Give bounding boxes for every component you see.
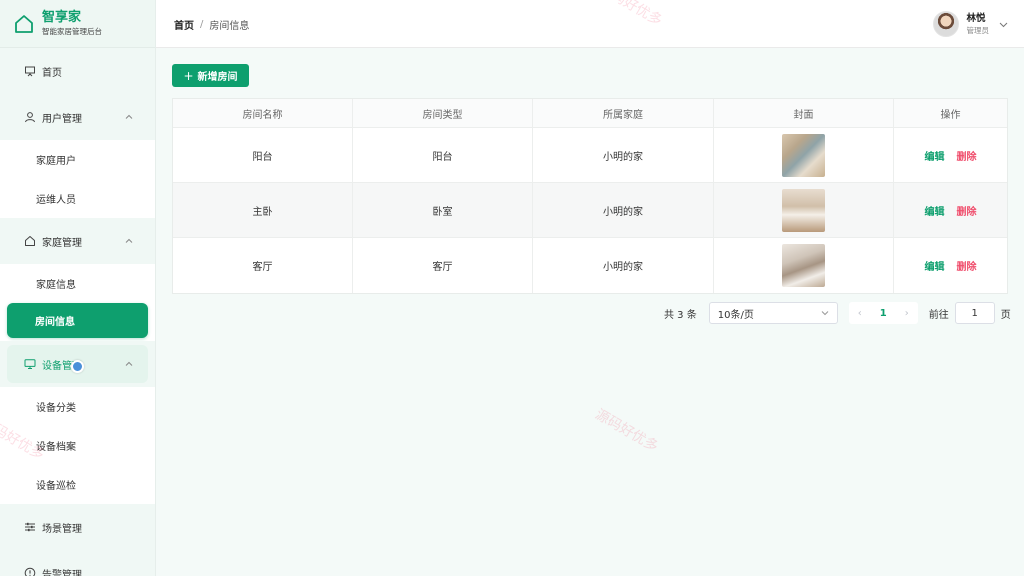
house-logo-icon: [15, 14, 33, 33]
sidebar: 智享家 智能家居管理后台 首页 用户管理 家庭用户 运维人员 家庭管理 家庭信息…: [0, 0, 156, 576]
sliders-icon: [25, 522, 35, 532]
column-header-cover: 封面: [714, 99, 894, 127]
pagination-total: 共 3 条: [664, 309, 697, 321]
cell-cover: [714, 183, 894, 237]
delete-button[interactable]: 删除: [957, 203, 977, 218]
add-room-label: 新增房间: [197, 72, 238, 83]
pagination: 共 3 条 10条/页 ‹ 1 › 前往 1 页: [664, 302, 1011, 324]
goto-page-input[interactable]: 1: [954, 302, 995, 324]
top-header: 首页 / 房间信息 林悦 管理员: [156, 0, 1024, 48]
page-size-value: 10条/页: [717, 309, 754, 321]
monitor-icon: [24, 359, 36, 369]
sidebar-item-label: 首页: [42, 67, 62, 79]
sidebar-item-device-inspection[interactable]: 设备巡检: [0, 465, 155, 504]
delete-button[interactable]: 删除: [957, 148, 977, 163]
user-menu[interactable]: 林悦 管理员: [932, 11, 1009, 37]
user-name: 林悦: [966, 13, 986, 24]
cell-cover: [714, 128, 894, 182]
page-suffix: 页: [1000, 309, 1011, 321]
cell-actions: 编辑 删除: [894, 128, 1007, 182]
edit-button[interactable]: 编辑: [925, 148, 945, 163]
table-row: 客厅 客厅 小明的家 编辑 删除: [173, 238, 1007, 293]
chevron-up-icon: [125, 114, 133, 119]
chevron-up-icon: [125, 238, 133, 243]
brand-title: 智享家: [42, 10, 82, 25]
table-body: 阳台 阳台 小明的家 编辑 删除 主卧 卧室 小明的家 编辑 删除 客厅 客厅 …: [173, 128, 1007, 293]
page-list: ‹ 1 ›: [848, 302, 918, 324]
page-size-select[interactable]: 10条/页: [708, 302, 838, 324]
cell-actions: 编辑 删除: [894, 183, 1007, 237]
house-icon: [25, 236, 35, 246]
cell-family: 小明的家: [533, 183, 714, 237]
cell-room-name: 主卧: [173, 183, 353, 237]
chevron-down-icon[interactable]: [999, 20, 1008, 29]
sidebar-group-family-mgmt[interactable]: 家庭管理: [0, 218, 155, 264]
cell-room-type: 阳台: [353, 128, 533, 182]
page-number-button[interactable]: 1: [880, 308, 887, 319]
column-header-actions: 操作: [894, 99, 1007, 127]
edit-button[interactable]: 编辑: [925, 203, 945, 218]
cell-family: 小明的家: [533, 238, 714, 293]
cell-actions: 编辑 删除: [894, 238, 1007, 293]
column-header-family: 所属家庭: [533, 99, 714, 127]
cell-room-type: 卧室: [353, 183, 533, 237]
sidebar-item-home[interactable]: 首页: [0, 48, 155, 94]
avatar[interactable]: [932, 11, 959, 37]
bedroom-cover-image[interactable]: [782, 188, 825, 232]
cell-cover: [714, 238, 894, 293]
breadcrumb-separator: /: [200, 19, 204, 30]
balcony-cover-image[interactable]: [782, 133, 825, 177]
sidebar-menu: 首页 用户管理 家庭用户 运维人员 家庭管理 家庭信息 房间信息 设备管理 设备…: [0, 48, 155, 576]
chevron-down-icon: [821, 311, 829, 316]
cell-room-name: 阳台: [173, 128, 353, 182]
sidebar-item-label: 场景管理: [42, 523, 82, 535]
cell-room-name: 客厅: [173, 238, 353, 293]
sidebar-group-label: 家庭管理: [42, 237, 82, 249]
sidebar-item-alarm-mgmt[interactable]: 告警管理: [0, 550, 155, 576]
sidebar-group-user-mgmt[interactable]: 用户管理: [0, 94, 155, 140]
add-room-button[interactable]: + 新增房间: [172, 64, 249, 87]
sidebar-item-scene-mgmt[interactable]: 场景管理: [0, 504, 155, 550]
column-header-room-type: 房间类型: [353, 99, 533, 127]
brand: 智享家 智能家居管理后台: [0, 0, 155, 48]
breadcrumb: 首页 / 房间信息: [174, 17, 249, 32]
user-role: 管理员: [966, 26, 990, 35]
living-room-cover-image[interactable]: [782, 244, 825, 287]
sidebar-item-device-category[interactable]: 设备分类: [0, 387, 155, 426]
family-mgmt-submenu: 家庭信息 房间信息: [0, 264, 155, 341]
sidebar-item-family-info[interactable]: 家庭信息: [0, 264, 155, 303]
sidebar-item-family-users[interactable]: 家庭用户: [0, 140, 155, 179]
table-header-row: 房间名称 房间类型 所属家庭 封面 操作: [173, 99, 1007, 128]
next-page-button[interactable]: ›: [905, 308, 909, 319]
breadcrumb-home[interactable]: 首页: [174, 17, 194, 32]
room-table: 房间名称 房间类型 所属家庭 封面 操作 阳台 阳台 小明的家 编辑 删除 主卧…: [172, 98, 1008, 294]
column-header-room-name: 房间名称: [173, 99, 353, 127]
edit-button[interactable]: 编辑: [925, 258, 945, 273]
presentation-icon: [25, 66, 35, 77]
delete-button[interactable]: 删除: [957, 258, 977, 273]
cell-room-type: 客厅: [353, 238, 533, 293]
cell-family: 小明的家: [533, 128, 714, 182]
user-icon: [25, 112, 35, 123]
user-mgmt-submenu: 家庭用户 运维人员: [0, 140, 155, 218]
sidebar-item-label: 告警管理: [42, 569, 82, 576]
table-row: 主卧 卧室 小明的家 编辑 删除: [173, 183, 1007, 238]
table-row: 阳台 阳台 小明的家 编辑 删除: [173, 128, 1007, 183]
plus-icon: +: [183, 68, 194, 83]
prev-page-button[interactable]: ‹: [858, 308, 862, 319]
watermark: 源码好优多: [592, 406, 661, 456]
cursor-indicator: [71, 360, 84, 373]
sidebar-group-label: 用户管理: [42, 113, 82, 125]
alert-circle-icon: [24, 567, 36, 576]
breadcrumb-current: 房间信息: [209, 21, 250, 32]
brand-subtitle: 智能家居管理后台: [42, 27, 102, 36]
sidebar-item-room-info[interactable]: 房间信息: [7, 303, 148, 338]
chevron-up-icon: [125, 361, 133, 366]
sidebar-item-ops-staff[interactable]: 运维人员: [0, 179, 155, 218]
goto-label: 前往: [928, 309, 949, 321]
